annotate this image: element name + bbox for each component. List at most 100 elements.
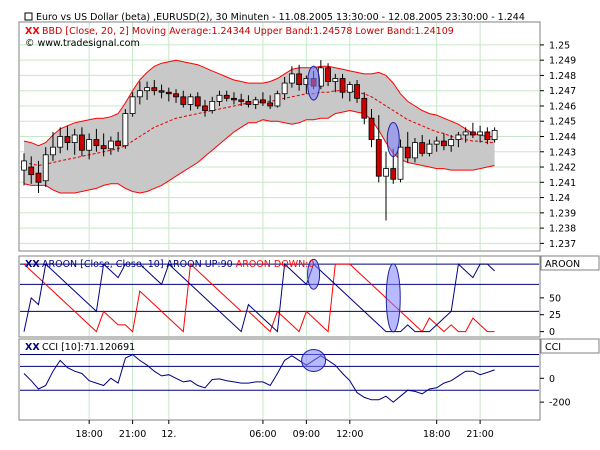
candle-body — [57, 136, 64, 148]
candle-body — [477, 131, 484, 136]
candle-body — [50, 146, 56, 156]
candle-body — [107, 140, 114, 150]
cci-y-axis: 0 -200 — [540, 374, 571, 409]
candle-body — [274, 93, 281, 107]
y-tick-label: 1.24 — [549, 193, 570, 204]
y-tick-label: 1.244 — [549, 132, 576, 143]
candle-body — [419, 142, 426, 154]
candle-body — [267, 102, 274, 107]
y-tick-label: 1.248 — [549, 71, 576, 82]
candle-body — [223, 94, 230, 99]
candle-body — [194, 96, 201, 107]
candle-body — [71, 134, 78, 144]
candle-body — [361, 97, 368, 119]
candle-body — [441, 140, 447, 147]
price-highlight — [386, 122, 400, 158]
y-tick-label: 1.241 — [549, 178, 576, 189]
candle-body — [209, 100, 216, 111]
time-axis: 18:00 21:00 12. 06:00 09:00 12:00 18:00 21:00 — [75, 420, 494, 440]
candle-body — [151, 87, 158, 92]
candle-body — [433, 140, 440, 145]
candle-body — [332, 78, 339, 82]
aroon-title-down: AROON DOWN:0 — [236, 259, 315, 270]
candle-body — [180, 96, 187, 105]
candle-body — [288, 73, 295, 84]
aroon-title-up: AROON [Close, Close, 10] AROON UP:90 — [42, 259, 236, 270]
candle-body — [79, 134, 85, 151]
candle-body — [426, 143, 433, 154]
aroon-indicator-icon[interactable]: XX — [25, 259, 40, 270]
candle-body — [115, 140, 122, 147]
aroon-title: AROON [Close, Close, 10] AROON UP:90 ARO… — [42, 259, 314, 270]
y-tick-label: 1.245 — [549, 117, 576, 128]
price-highlight — [307, 65, 321, 101]
y-tick-label: 1.246 — [549, 101, 576, 112]
candle-body — [375, 139, 382, 177]
cci-highlight — [301, 348, 327, 372]
candle-body — [383, 168, 389, 177]
aroon-y-tick-label: 0 — [549, 327, 555, 338]
y-tick-label: 1.239 — [549, 208, 576, 219]
candle-body — [354, 84, 360, 99]
candle-body — [28, 166, 35, 176]
cci-panel[interactable]: 0 -200 CCI XX CCI [10]:71.120691 — [18, 338, 600, 421]
time-label: 12:00 — [336, 429, 363, 440]
cci-indicator-icon[interactable]: XX — [25, 342, 40, 353]
trading-chart: 1.237 1.238 1.239 1.24 1.241 1.242 1.243 1.244 1… — [18, 12, 600, 440]
bbd-indicator-icon[interactable]: XX — [25, 26, 40, 37]
candle-body — [136, 90, 143, 98]
candle-body — [144, 87, 150, 92]
candle-body — [412, 142, 418, 159]
aroon-y-tick-label: 25 — [549, 310, 561, 321]
cci-y-tick-label: -200 — [549, 398, 571, 409]
candle-body — [93, 139, 100, 147]
candle-body — [368, 117, 375, 140]
candle-body — [484, 131, 491, 140]
y-tick-label: 1.25 — [549, 40, 570, 51]
bbd-subtitle: BBD [Close, 20, 2] Moving Average:1.2434… — [42, 26, 454, 37]
cci-label: CCI — [545, 342, 561, 353]
candle-body — [231, 97, 237, 101]
price-y-axis: 1.237 1.238 1.239 1.24 1.241 1.242 1.243 1.244 1… — [540, 40, 576, 250]
candle-body — [325, 67, 331, 82]
watermark: © www.tradesignal.com — [25, 38, 140, 49]
price-panel[interactable]: 1.237 1.238 1.239 1.24 1.241 1.242 1.243 1.244 1… — [18, 12, 576, 252]
y-tick-label: 1.247 — [549, 86, 576, 97]
aroon-y-tick-label: 50 — [549, 293, 561, 304]
y-tick-label: 1.238 — [549, 224, 576, 235]
cci-y-tick-label: 0 — [549, 374, 555, 385]
candle-body — [455, 134, 462, 140]
time-label: 06:00 — [249, 429, 276, 440]
chart-checkbox-icon[interactable] — [24, 12, 33, 21]
candle-body — [462, 131, 469, 136]
time-label: 18:00 — [75, 429, 102, 440]
candle-body — [187, 96, 194, 105]
candle-body — [238, 99, 245, 102]
candle-body — [35, 172, 42, 183]
time-label: 18:00 — [423, 429, 450, 440]
candle-body — [260, 99, 266, 104]
aroon-y-axis: 0 25 50 — [540, 293, 561, 338]
candle-body — [252, 99, 259, 105]
candle-body — [281, 82, 288, 95]
candle-body — [42, 154, 49, 182]
candle-body — [122, 113, 129, 147]
chart-title: Euro vs US Dollar (beta) ,EURUSD(2), 30 … — [36, 12, 525, 23]
cci-highlights — [301, 348, 327, 372]
time-label: 12. — [161, 429, 176, 440]
candle-body — [448, 139, 455, 147]
candle-body — [173, 93, 179, 98]
aroon-panel[interactable]: 0 25 50 AROON XX AROON [Close, Close, 10] … — [18, 255, 600, 338]
candle-body — [296, 73, 303, 85]
candle-body — [64, 136, 71, 144]
candle-body — [404, 146, 411, 159]
candle-body — [216, 94, 223, 102]
candle-body — [491, 129, 498, 140]
candle-body — [346, 84, 353, 93]
time-label: 21:00 — [466, 429, 493, 440]
candle-body — [129, 96, 136, 114]
candle-body — [390, 168, 397, 180]
candle-body — [100, 145, 107, 150]
candle-body — [339, 78, 346, 93]
y-tick-label: 1.243 — [549, 147, 576, 158]
